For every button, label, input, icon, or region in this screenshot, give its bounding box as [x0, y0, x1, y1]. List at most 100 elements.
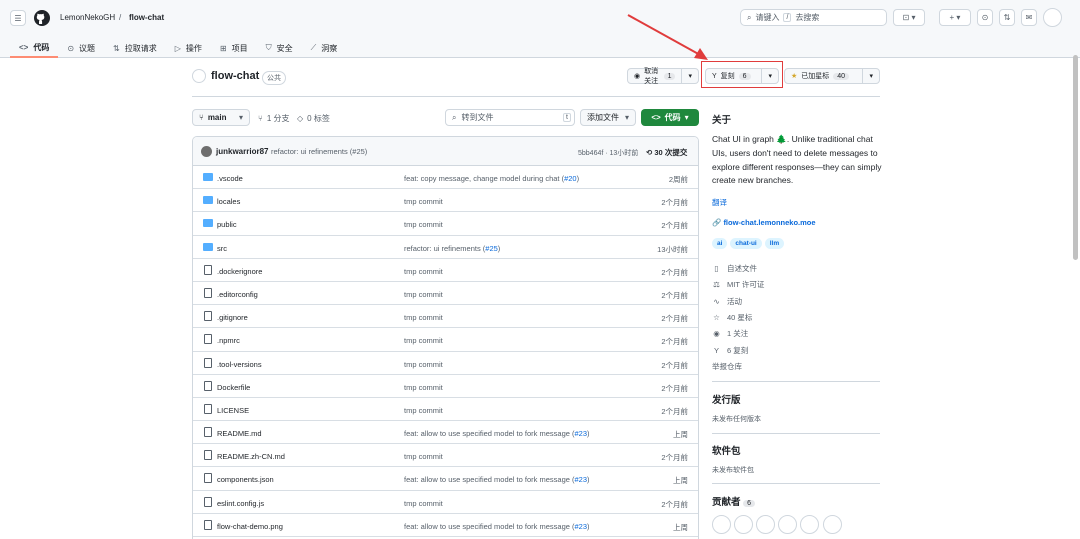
file-commit-message[interactable]: tmp commit [404, 499, 443, 508]
copilot-button[interactable]: ⊡ ▾ [893, 9, 925, 26]
file-commit-message[interactable]: feat: allow to use specified model to fo… [404, 429, 590, 438]
file-name[interactable]: flow-chat-demo.png [217, 522, 283, 531]
file-name[interactable]: .npmrc [217, 336, 240, 345]
file-commit-message[interactable]: tmp commit [404, 267, 443, 276]
branch-selector[interactable]: ⑂ main ▾ [192, 109, 250, 126]
tab-code[interactable]: <> 代码 [10, 38, 59, 58]
tab-issues[interactable]: ⊙ 议题 [58, 38, 104, 58]
report-link[interactable]: 举报仓库 [712, 361, 742, 372]
search-input[interactable]: ⌕ 请键入 / 去搜索 [740, 9, 887, 26]
commit-message[interactable]: refactor: ui refinements (#25) [271, 147, 367, 156]
file-commit-message[interactable]: tmp commit [404, 290, 443, 299]
repo-title[interactable]: flow-chat [211, 70, 259, 82]
table-row[interactable]: LICENSE tmp commit 2个月前 [193, 398, 698, 422]
file-name[interactable]: .dockerignore [217, 267, 262, 276]
file-name[interactable]: README.md [217, 429, 262, 438]
table-row[interactable]: public tmp commit 2个月前 [193, 212, 698, 236]
tab-projects[interactable]: ⊞ 项目 [211, 38, 257, 58]
table-row[interactable]: flow-chat-demo.png feat: allow to use spe… [193, 514, 698, 537]
file-name[interactable]: locales [217, 197, 240, 206]
file-name[interactable]: src [217, 244, 227, 253]
table-row[interactable]: components.json feat: allow to use specif… [193, 467, 698, 491]
table-row[interactable]: README.md feat: allow to use specified mo… [193, 421, 698, 445]
file-name[interactable]: .tool-versions [217, 360, 262, 369]
file-commit-message[interactable]: tmp commit [404, 406, 443, 415]
inbox-icon[interactable]: ✉ [1021, 9, 1037, 26]
file-commit-message[interactable]: tmp commit [404, 313, 443, 322]
tab-actions[interactable]: ▷ 操作 [166, 38, 211, 58]
file-name[interactable]: LICENSE [217, 406, 249, 415]
file-name[interactable]: README.zh-CN.md [217, 452, 285, 461]
table-row[interactable]: .editorconfig tmp commit 2个月前 [193, 282, 698, 306]
pr-link[interactable]: #20 [564, 174, 577, 183]
file-commit-message[interactable]: feat: copy message, change model during … [404, 174, 579, 183]
table-row[interactable]: src refactor: ui refinements (#25) 13小时前 [193, 236, 698, 259]
pr-link[interactable]: #23 [575, 429, 588, 438]
file-name[interactable]: .editorconfig [217, 290, 258, 299]
sidebar-item-readme[interactable]: ▯ 自述文件 [712, 263, 757, 274]
sidebar-item-stars[interactable]: ☆ 40 星标 [712, 312, 752, 323]
sidebar-item-license[interactable]: ⚖ MIT 许可证 [712, 279, 764, 290]
topic-tag[interactable]: llm [764, 238, 785, 249]
table-row[interactable]: README.zh-CN.md tmp commit 2个月前 [193, 444, 698, 468]
commit-sha[interactable]: 5bb464f · 13小时前 [578, 148, 638, 158]
avatar[interactable] [756, 515, 775, 534]
add-file-button[interactable]: 添加文件 ▾ [580, 109, 636, 126]
file-commit-message[interactable]: tmp commit [404, 452, 443, 461]
avatar[interactable] [800, 515, 819, 534]
file-name[interactable]: public [217, 220, 237, 229]
topic-tag[interactable]: chat-ui [730, 238, 762, 249]
goto-file-input[interactable]: ⌕ 转到文件 t [445, 109, 575, 126]
contributors-heading[interactable]: 贡献者 6 [712, 494, 756, 508]
tab-insights[interactable]: ⟋ 洞察 [302, 38, 347, 58]
file-commit-message[interactable]: tmp commit [404, 383, 443, 392]
table-row[interactable]: .vscode feat: copy message, change model … [193, 166, 698, 190]
file-name[interactable]: .gitignore [217, 313, 248, 322]
table-row[interactable]: .gitignore tmp commit 2个月前 [193, 305, 698, 329]
file-name[interactable]: components.json [217, 475, 274, 484]
sidebar-item-activity[interactable]: ∿ 活动 [712, 296, 742, 307]
tab-pull-requests[interactable]: ⇅ 拉取请求 [104, 38, 166, 58]
file-name[interactable]: eslint.config.js [217, 499, 264, 508]
avatar[interactable] [734, 515, 753, 534]
table-row[interactable]: .tool-versions tmp commit 2个月前 [193, 352, 698, 375]
topic-tag[interactable]: ai [712, 238, 728, 249]
pr-link[interactable]: #25 [485, 244, 498, 253]
file-commit-message[interactable]: tmp commit [404, 220, 443, 229]
file-name[interactable]: .vscode [217, 174, 243, 183]
tags-link[interactable]: ◇ 0 标签 [297, 113, 330, 124]
commit-author[interactable]: junkwarrior87 [216, 147, 268, 156]
tab-security[interactable]: ⛉ 安全 [257, 38, 302, 58]
star-button[interactable]: ★ 已加星标 40 ▾ [784, 68, 880, 84]
table-row[interactable]: eslint.config.js tmp commit 2个月前 [193, 491, 698, 514]
menu-icon[interactable]: ☰ [10, 10, 26, 26]
code-button[interactable]: <> 代码 ▾ [641, 109, 699, 126]
packages-heading[interactable]: 软件包 [712, 443, 741, 457]
file-commit-message[interactable]: feat: allow to use specified model to fo… [404, 522, 590, 531]
website-link[interactable]: 🔗 flow-chat.lemonneko.moe [712, 218, 816, 227]
table-row[interactable]: Dockerfile tmp commit 2个月前 [193, 375, 698, 398]
sidebar-item-watchers[interactable]: ◉ 1 关注 [712, 328, 748, 339]
file-commit-message[interactable]: tmp commit [404, 360, 443, 369]
file-name[interactable]: Dockerfile [217, 383, 250, 392]
releases-heading[interactable]: 发行版 [712, 392, 741, 406]
file-commit-message[interactable]: tmp commit [404, 336, 443, 345]
pull-requests-icon[interactable]: ⇅ [999, 9, 1015, 26]
branches-link[interactable]: ⑂ 1 分支 [258, 113, 289, 124]
sidebar-item-forks[interactable]: Y 6 复刻 [712, 345, 748, 356]
commits-link[interactable]: ⟲ 30 次提交 [646, 147, 687, 158]
file-commit-message[interactable]: feat: allow to use specified model to fo… [404, 475, 590, 484]
avatar[interactable] [823, 515, 842, 534]
repo-link[interactable]: flow-chat [129, 13, 164, 22]
avatar[interactable] [1043, 8, 1062, 27]
issues-icon[interactable]: ⊙ [977, 9, 993, 26]
pr-link[interactable]: #23 [575, 475, 588, 484]
table-row[interactable]: .npmrc tmp commit 2个月前 [193, 328, 698, 352]
scrollbar[interactable] [1073, 55, 1078, 260]
file-commit-message[interactable]: refactor: ui refinements (#25) [404, 244, 500, 253]
avatar[interactable] [712, 515, 731, 534]
github-logo-icon[interactable] [34, 10, 50, 26]
file-commit-message[interactable]: tmp commit [404, 197, 443, 206]
avatar[interactable] [778, 515, 797, 534]
pr-link[interactable]: #23 [575, 522, 588, 531]
